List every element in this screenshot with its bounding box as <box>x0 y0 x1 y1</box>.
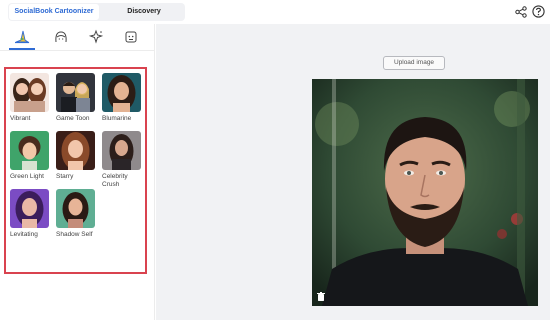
style-label: Green Light <box>10 173 44 180</box>
sparkle-face-icon <box>88 29 104 44</box>
category-tab-sparkle[interactable] <box>86 28 106 46</box>
face-outline-icon <box>55 31 67 43</box>
style-card-vibrant[interactable]: Vibrant <box>10 73 50 123</box>
style-grid: Vibrant Game Toon Blumarine Green Light … <box>4 67 147 274</box>
category-tab-face[interactable] <box>51 28 71 46</box>
style-thumbnail-celebrity-crush <box>102 131 141 170</box>
uploaded-photo <box>312 79 538 306</box>
top-bar: SocialBook Cartoonizer Discovery <box>0 0 550 24</box>
tool-tab-group: SocialBook Cartoonizer Discovery <box>8 3 185 21</box>
style-category-tabs <box>0 24 155 51</box>
style-card-blumarine[interactable]: Blumarine <box>102 73 142 123</box>
style-thumbnail-starry <box>56 131 95 170</box>
style-thumbnail-game-toon <box>56 73 95 112</box>
style-card-levitating[interactable]: Levitating <box>10 189 50 239</box>
style-sidebar: Vibrant Game Toon Blumarine Green Light … <box>0 24 155 320</box>
style-label: Celebrity Crush <box>102 173 128 188</box>
tab-socialbook-cartoonizer[interactable]: SocialBook Cartoonizer <box>9 4 99 20</box>
style-thumbnail-levitating <box>10 189 49 228</box>
style-thumbnail-blumarine <box>102 73 141 112</box>
style-label: Shadow Self <box>56 231 93 238</box>
category-tab-robot[interactable] <box>121 28 141 46</box>
robot-face-icon <box>125 31 137 43</box>
share-icon[interactable] <box>515 6 527 18</box>
style-label: Vibrant <box>10 115 31 122</box>
style-label: Blumarine <box>102 115 132 122</box>
style-label: Starry <box>56 173 74 180</box>
category-tab-witch[interactable] <box>9 28 35 50</box>
trash-icon[interactable] <box>317 292 325 301</box>
style-card-shadow-self[interactable]: Shadow Self <box>56 189 96 239</box>
style-card-starry[interactable]: Starry <box>56 131 96 181</box>
style-label: Levitating <box>10 231 38 238</box>
style-label: Game Toon <box>56 115 90 122</box>
tab-discovery[interactable]: Discovery <box>104 3 184 21</box>
style-card-game-toon[interactable]: Game Toon <box>56 73 96 123</box>
style-thumbnail-vibrant <box>10 73 49 112</box>
style-card-green-light[interactable]: Green Light <box>10 131 50 181</box>
witch-hat-icon <box>15 30 30 44</box>
help-icon[interactable] <box>532 5 545 18</box>
style-thumbnail-green-light <box>10 131 49 170</box>
style-card-celebrity-crush[interactable]: Celebrity Crush <box>102 131 142 188</box>
style-thumbnail-shadow-self <box>56 189 95 228</box>
upload-image-button[interactable]: Upload image <box>383 56 445 70</box>
preview-area: Upload image <box>156 24 550 320</box>
